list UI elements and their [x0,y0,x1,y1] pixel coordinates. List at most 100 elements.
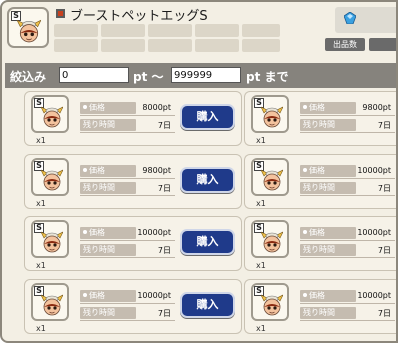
item-icon-box: S [31,220,69,258]
range-until-label: pt まで [246,70,289,84]
time-left-value: 7日 [377,184,391,193]
divider [300,195,395,196]
divider [300,115,395,116]
header-slot [242,24,280,37]
pet-egg-icon [41,104,63,128]
divider [300,257,395,258]
item-quantity: x1 [36,324,46,333]
pet-egg-icon [261,229,283,253]
header-slot [54,24,98,37]
filter-bar: 絞込み pt ～ pt まで [5,63,396,88]
header-slot [148,39,192,52]
min-price-input[interactable] [59,67,129,83]
divider [80,178,175,179]
divider [80,132,175,133]
range-separator: pt ～ [133,70,164,84]
auction-window: S ブーストペットエッグS 出品数 絞込み pt ～ pt まで Sx1価格80… [0,0,398,343]
buy-button[interactable]: 購入 [180,104,235,130]
price-value: 10000pt [137,228,171,237]
item-icon-box: S [251,220,289,258]
header-side-button[interactable] [369,38,396,51]
price-value: 10000pt [357,228,391,237]
header-slot [242,39,280,52]
pet-egg-icon [261,104,283,128]
header-slot [195,39,239,52]
bullet-icon [303,293,307,297]
divider [80,115,175,116]
buy-button[interactable]: 購入 [180,229,235,255]
item-icon-box: S [31,158,69,196]
time-left-value: 7日 [157,184,171,193]
price-value: 8000pt [142,103,171,112]
bullet-icon [83,168,87,172]
divider [300,320,395,321]
item-quantity: x1 [256,136,266,145]
blue-gem-icon [344,12,356,24]
listing-card: Sx1 価格 8000pt 残り時間 7日 購入 [24,91,242,146]
bullet-icon [303,168,307,172]
item-icon-box: S [31,283,69,321]
divider [300,132,395,133]
buy-button[interactable]: 購入 [180,167,235,193]
listing-card: Sx1 価格 9800pt 残り時間 7日 購入 [24,154,242,209]
header-slot [195,24,239,37]
pet-egg-icon [261,167,283,191]
item-icon-box: S [251,283,289,321]
listing-card: Sx1 価格 10000pt 残り時間 7日 [244,279,396,334]
header-slot [148,24,192,37]
filter-label: 絞込み [10,70,47,84]
listing-card: Sx1 価格 10000pt 残り時間 7日 購入 [24,279,242,334]
listing-card: Sx1 価格 10000pt 残り時間 7日 購入 [24,216,242,271]
time-left-value: 7日 [377,246,391,255]
header-slot [54,39,98,52]
item-icon-box: S [7,7,49,48]
item-icon-box: S [31,95,69,133]
bullet-icon [83,293,87,297]
time-left-value: 7日 [377,309,391,318]
time-left-value: 7日 [377,121,391,130]
pet-egg-icon [41,229,63,253]
buy-button[interactable]: 購入 [180,292,235,318]
bullet-icon [303,105,307,109]
max-price-input[interactable] [171,67,241,83]
header-slot [101,24,145,37]
time-left-value: 7日 [157,246,171,255]
price-value: 10000pt [357,166,391,175]
divider [300,178,395,179]
time-left-value: 7日 [157,309,171,318]
pet-egg-icon [41,292,63,316]
divider [80,195,175,196]
pet-egg-icon [17,17,41,43]
item-quantity: x1 [256,199,266,208]
divider [80,320,175,321]
pet-egg-icon [261,292,283,316]
divider [80,303,175,304]
divider [80,257,175,258]
item-quantity: x1 [36,136,46,145]
time-left-value: 7日 [157,121,171,130]
price-value: 10000pt [357,291,391,300]
listing-card: Sx1 価格 10000pt 残り時間 7日 [244,216,396,271]
bullet-icon [303,230,307,234]
divider [80,240,175,241]
item-icon-box: S [251,158,289,196]
item-title: ブーストペットエッグS [70,9,208,24]
price-value: 10000pt [137,291,171,300]
item-icon-box: S [251,95,289,133]
divider [300,240,395,241]
item-quantity: x1 [256,261,266,270]
item-quantity: x1 [256,324,266,333]
listing-count-button[interactable]: 出品数 [325,38,365,51]
item-quantity: x1 [36,199,46,208]
header-slot [101,39,145,52]
pet-egg-icon [41,167,63,191]
item-quantity: x1 [36,261,46,270]
title-marker-icon [56,9,65,18]
price-value: 9800pt [362,103,391,112]
divider [300,303,395,304]
listing-card: Sx1 価格 10000pt 残り時間 7日 [244,154,396,209]
listing-card: Sx1 価格 9800pt 残り時間 7日 [244,91,396,146]
bullet-icon [83,230,87,234]
bullet-icon [83,105,87,109]
price-value: 9800pt [142,166,171,175]
